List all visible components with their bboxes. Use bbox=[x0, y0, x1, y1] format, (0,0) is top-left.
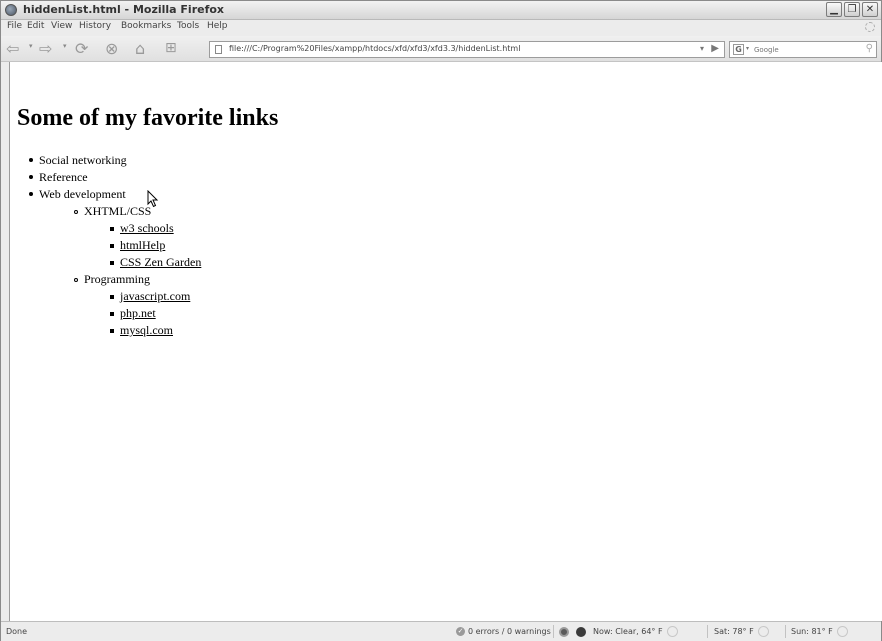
square-bullet-icon bbox=[110, 227, 114, 231]
bug-icon bbox=[576, 626, 586, 637]
title-bar: hiddenList.html - Mozilla Firefox ▁ ❐ ✕ bbox=[1, 1, 881, 20]
back-icon[interactable]: ⇦ bbox=[6, 40, 19, 57]
weather-saturday[interactable]: Sat: 78° F bbox=[714, 625, 769, 638]
maximize-button[interactable]: ❐ bbox=[844, 2, 860, 17]
list-item-reference: Reference bbox=[39, 170, 88, 184]
weather-now-text: Now: Clear, 64° F bbox=[593, 627, 663, 636]
url-history-dropdown-icon[interactable]: ▾ bbox=[700, 44, 704, 53]
new-tab-icon[interactable]: ⊞ bbox=[165, 40, 177, 57]
circle-bullet-icon bbox=[74, 210, 78, 214]
page-title: Some of my favorite links bbox=[17, 105, 279, 131]
menu-tools[interactable]: Tools bbox=[177, 21, 199, 31]
browser-window: hiddenList.html - Mozilla Firefox ▁ ❐ ✕ … bbox=[0, 0, 882, 641]
square-bullet-icon bbox=[110, 261, 114, 265]
square-bullet-icon bbox=[110, 329, 114, 333]
window-title: hiddenList.html - Mozilla Firefox bbox=[23, 3, 225, 16]
link-php-net[interactable]: php.net bbox=[120, 306, 156, 320]
link-htmlhelp[interactable]: htmlHelp bbox=[120, 238, 165, 252]
menu-edit[interactable]: Edit bbox=[27, 21, 44, 31]
weather-sunday[interactable]: Sun: 81° F bbox=[791, 625, 848, 638]
mouse-pointer-icon bbox=[147, 190, 159, 208]
separator bbox=[553, 625, 554, 638]
sun-icon bbox=[757, 626, 769, 637]
page-icon bbox=[215, 45, 222, 54]
url-text: file:///C:/Program%20Files/xampp/htdocs/… bbox=[229, 44, 521, 53]
firefox-icon bbox=[5, 4, 17, 16]
link-css-zen-garden[interactable]: CSS Zen Garden bbox=[120, 255, 201, 269]
page-content: Some of my favorite links Social network… bbox=[9, 62, 882, 621]
link-mysql-com[interactable]: mysql.com bbox=[120, 323, 173, 337]
back-dropdown-icon[interactable]: ▾ bbox=[29, 42, 33, 50]
bullet-icon bbox=[29, 192, 33, 196]
validator-text: 0 errors / 0 warnings bbox=[468, 627, 551, 636]
addon-status-icon[interactable] bbox=[559, 625, 569, 638]
navigation-toolbar: ⇦ ▾ ⇨ ▾ ⟳ ⊗ ⌂ ⊞ file:///C:/Program%20Fil… bbox=[1, 36, 881, 62]
sun-icon bbox=[836, 626, 848, 637]
search-engine-icon[interactable]: G bbox=[733, 44, 744, 55]
status-bar: Done ✓ 0 errors / 0 warnings Now: Clear, … bbox=[1, 621, 881, 641]
bullet-icon bbox=[29, 158, 33, 162]
search-bar[interactable]: G ▾ ⚲ bbox=[729, 41, 877, 58]
window-controls: ▁ ❐ ✕ bbox=[826, 2, 878, 17]
close-button[interactable]: ✕ bbox=[862, 2, 878, 17]
stop-icon[interactable]: ⊗ bbox=[105, 40, 118, 57]
home-icon[interactable]: ⌂ bbox=[135, 40, 145, 57]
menu-view[interactable]: View bbox=[51, 21, 72, 31]
link-javascript-com[interactable]: javascript.com bbox=[120, 289, 190, 303]
list-item-xhtml-css: XHTML/CSS bbox=[84, 204, 152, 218]
minimize-button[interactable]: ▁ bbox=[826, 2, 842, 17]
menu-bookmarks[interactable]: Bookmarks bbox=[121, 21, 171, 31]
square-bullet-icon bbox=[110, 244, 114, 248]
weather-sun-text: Sun: 81° F bbox=[791, 627, 833, 636]
circle-bullet-icon bbox=[74, 278, 78, 282]
menu-help[interactable]: Help bbox=[207, 21, 228, 31]
status-text: Done bbox=[6, 627, 28, 636]
menu-file[interactable]: File bbox=[7, 21, 22, 31]
link-w3-schools[interactable]: w3 schools bbox=[120, 221, 174, 235]
forward-dropdown-icon[interactable]: ▾ bbox=[63, 42, 67, 50]
search-engine-dropdown-icon[interactable]: ▾ bbox=[746, 45, 749, 52]
weather-now[interactable]: Now: Clear, 64° F bbox=[593, 625, 678, 638]
go-icon[interactable]: ▶ bbox=[711, 43, 719, 54]
address-bar[interactable]: file:///C:/Program%20Files/xampp/htdocs/… bbox=[209, 41, 725, 58]
square-bullet-icon bbox=[110, 312, 114, 316]
list-item-web-development: Web development bbox=[39, 187, 126, 201]
menu-bar: File Edit View History Bookmarks Tools H… bbox=[1, 20, 881, 35]
separator bbox=[785, 625, 786, 638]
forward-icon[interactable]: ⇨ bbox=[39, 40, 52, 57]
square-bullet-icon bbox=[110, 295, 114, 299]
list-item-programming: Programming bbox=[84, 272, 150, 286]
bullet-icon bbox=[29, 175, 33, 179]
throbber-icon bbox=[865, 22, 875, 32]
separator bbox=[707, 625, 708, 638]
menu-history[interactable]: History bbox=[79, 21, 111, 31]
list-item-social-networking: Social networking bbox=[39, 153, 127, 167]
search-input[interactable] bbox=[754, 43, 854, 56]
sun-icon bbox=[666, 626, 678, 637]
firebug-status-icon[interactable] bbox=[576, 625, 586, 638]
reload-icon[interactable]: ⟳ bbox=[75, 40, 88, 57]
checkmark-icon: ✓ bbox=[456, 627, 465, 636]
gear-status-icon bbox=[559, 626, 569, 637]
search-icon[interactable]: ⚲ bbox=[866, 43, 873, 54]
weather-sat-text: Sat: 78° F bbox=[714, 627, 754, 636]
validator-status[interactable]: ✓ 0 errors / 0 warnings bbox=[456, 625, 551, 638]
